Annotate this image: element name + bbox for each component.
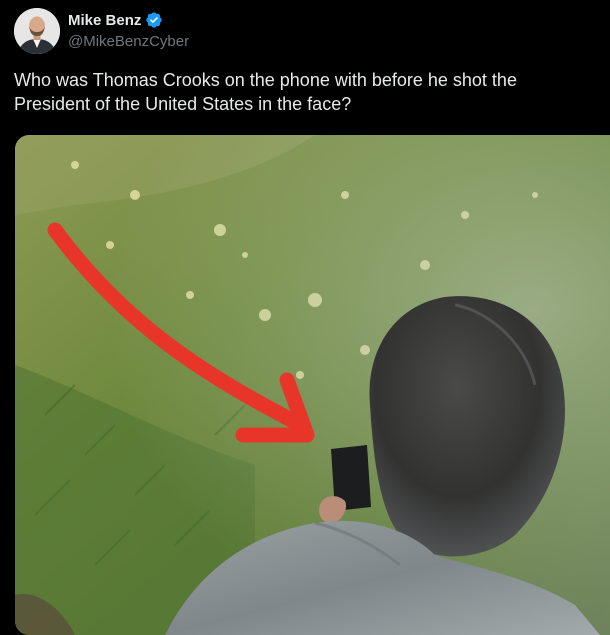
author-name-row: Mike Benz [68,10,189,30]
tweet-photo[interactable] [15,135,610,635]
author-avatar[interactable] [14,8,60,54]
author-handle[interactable]: @MikeBenzCyber [68,33,189,50]
tweet-text: Who was Thomas Crooks on the phone with … [14,70,517,114]
tweet[interactable]: Mike Benz @MikeBenzCyber Who was Thomas … [0,0,610,635]
author-display-name[interactable]: Mike Benz [68,12,141,29]
verified-badge-icon [145,11,163,29]
author-info: Mike Benz @MikeBenzCyber [68,10,189,54]
